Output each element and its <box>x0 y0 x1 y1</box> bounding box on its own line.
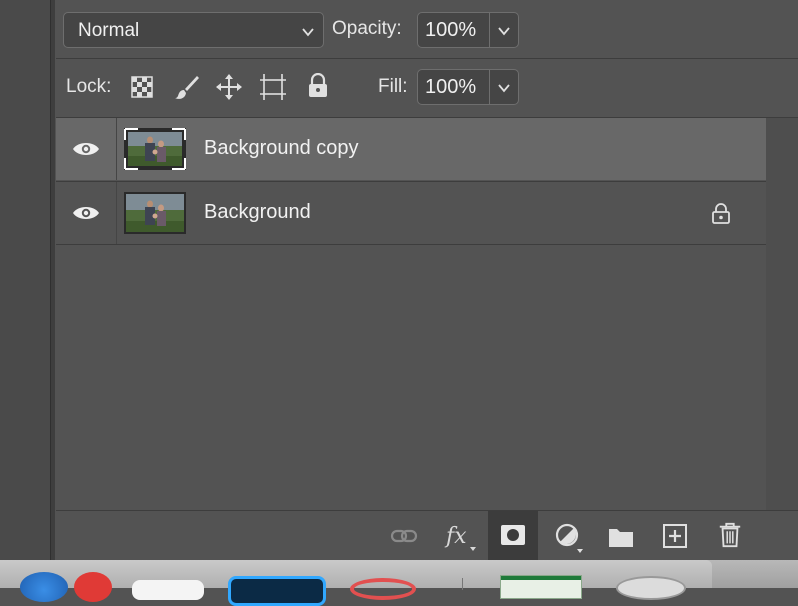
folder-icon[interactable] <box>607 524 635 550</box>
column-separator <box>116 118 117 180</box>
panel-divider <box>51 0 55 560</box>
blend-mode-value: Normal <box>78 20 140 41</box>
layers-action-bar: fx <box>56 510 798 561</box>
blend-opacity-row: Normal Opacity: 100% <box>56 0 798 59</box>
adjustment-circle-icon[interactable] <box>554 522 586 554</box>
new-layer-icon[interactable] <box>661 523 689 549</box>
fill-label: Fill: <box>378 76 408 97</box>
column-separator <box>116 182 117 244</box>
dock-separator <box>462 578 463 590</box>
app-dock-icon-red[interactable] <box>350 578 416 600</box>
opacity-label: Opacity: <box>332 18 402 39</box>
padlock-icon[interactable] <box>307 73 329 99</box>
fill-field[interactable]: 100% <box>417 69 519 105</box>
opacity-value: 100% <box>425 19 477 41</box>
document-thumbnail-dock-icon[interactable] <box>500 575 582 599</box>
lock-fill-row: Lock: Fill: 100% <box>56 59 798 118</box>
fx-icon[interactable]: fx <box>444 521 478 553</box>
layers-panel: Normal Opacity: 100% Lock: Fill: 100% Ba… <box>56 0 798 561</box>
layer-mask-icon <box>501 525 525 545</box>
artboard-icon[interactable] <box>259 73 287 101</box>
dock-tray <box>0 560 712 606</box>
left-toolbar-edge <box>0 0 51 560</box>
layer-name[interactable]: Background <box>204 201 311 224</box>
brush-icon[interactable] <box>174 74 200 100</box>
app-dock-icon-gray[interactable] <box>616 576 686 600</box>
eye-icon[interactable] <box>72 140 100 158</box>
add-mask-button[interactable] <box>488 511 538 561</box>
layer-row-background[interactable]: Background <box>56 181 766 245</box>
app-dock-icon[interactable] <box>132 580 204 600</box>
chevron-down-icon <box>498 27 510 36</box>
eye-icon[interactable] <box>72 204 100 222</box>
layer-name[interactable]: Background copy <box>204 137 359 160</box>
layer-lock-icon[interactable] <box>710 202 732 224</box>
checkerboard-icon[interactable] <box>131 76 153 98</box>
opacity-dropdown-button[interactable] <box>489 13 518 47</box>
layer-thumbnail[interactable] <box>124 192 186 234</box>
chevron-down-icon <box>302 28 314 37</box>
blend-mode-select[interactable]: Normal <box>63 12 324 48</box>
trash-icon[interactable] <box>716 522 744 548</box>
svg-text:fx: fx <box>444 524 467 549</box>
link-icon[interactable] <box>390 523 418 549</box>
layer-row-background-copy[interactable]: Background copy <box>56 118 766 180</box>
move-arrows-icon[interactable] <box>215 73 243 101</box>
layers-scrollbar[interactable] <box>766 118 798 510</box>
lock-label: Lock: <box>66 76 112 97</box>
photoshop-dock-icon[interactable] <box>228 576 326 606</box>
layers-list: Background copy Background <box>56 118 766 245</box>
opacity-field[interactable]: 100% <box>417 12 519 48</box>
fill-value: 100% <box>425 76 477 98</box>
layer-thumbnail[interactable] <box>124 128 186 170</box>
fill-dropdown-button[interactable] <box>489 70 518 104</box>
safari-dock-icon[interactable] <box>20 572 68 602</box>
chevron-down-icon <box>498 84 510 93</box>
notification-badge-icon <box>74 572 112 602</box>
macos-dock <box>0 560 798 606</box>
